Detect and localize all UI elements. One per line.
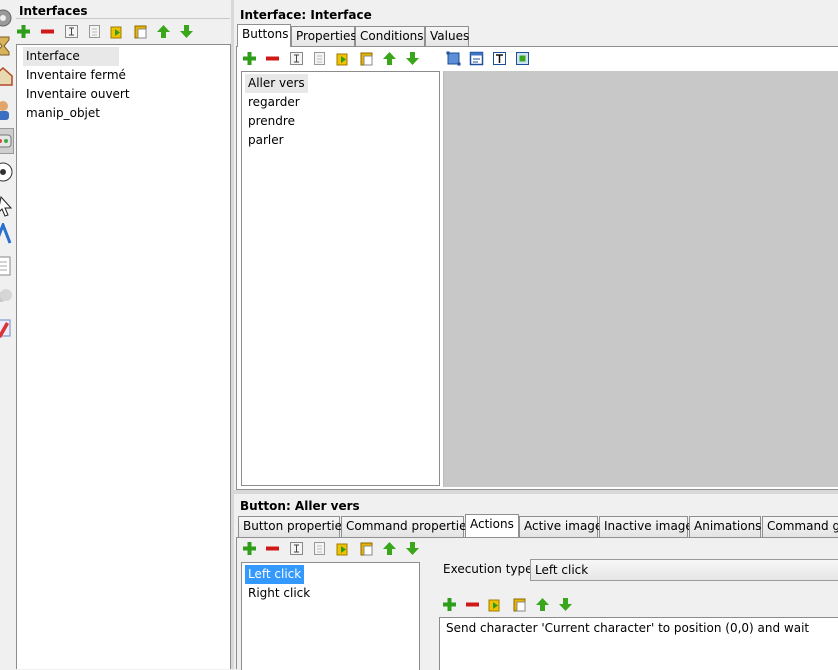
- execution-type-label: Execution type: [443, 562, 533, 576]
- edit-icon[interactable]: [0, 316, 14, 342]
- remove-icon[interactable]: [263, 539, 282, 558]
- move-up-icon[interactable]: [380, 49, 399, 68]
- tab-command-graph[interactable]: Command gr: [762, 516, 838, 537]
- rename-icon[interactable]: [287, 49, 306, 68]
- interfaces-list[interactable]: Interface Inventaire fermé Inventaire ou…: [16, 44, 231, 669]
- events-list[interactable]: Left click Right click: [241, 562, 420, 670]
- actions-list[interactable]: Send character 'Current character' to po…: [439, 617, 838, 670]
- horizontal-splitter[interactable]: [234, 490, 838, 494]
- actions-tab-panel: Left click Right click Execution type Le…: [236, 537, 838, 670]
- duplicate-icon[interactable]: [486, 595, 505, 614]
- tab-buttons[interactable]: Buttons: [237, 24, 291, 47]
- add-icon[interactable]: [14, 22, 33, 41]
- house-icon[interactable]: [0, 64, 14, 90]
- move-down-icon[interactable]: [556, 595, 575, 614]
- rename-icon[interactable]: [62, 22, 81, 41]
- move-up-icon[interactable]: [380, 539, 399, 558]
- text-box-icon[interactable]: [490, 49, 509, 68]
- remove-icon[interactable]: [38, 22, 57, 41]
- tab-inactive-image[interactable]: Inactive image: [599, 516, 693, 537]
- list-item[interactable]: parler: [245, 131, 287, 150]
- document-icon[interactable]: [0, 254, 14, 280]
- list-item[interactable]: Aller vers: [245, 74, 308, 93]
- fit-view-icon[interactable]: [513, 49, 532, 68]
- list-item[interactable]: Right click: [245, 584, 313, 603]
- move-down-icon[interactable]: [177, 22, 196, 41]
- tool-strip: [0, 0, 14, 669]
- list-item[interactable]: regarder: [245, 93, 303, 112]
- select-rect-icon[interactable]: [444, 49, 463, 68]
- paste-icon[interactable]: [510, 595, 529, 614]
- list-item[interactable]: Send character 'Current character' to po…: [443, 619, 812, 638]
- events-toolbar: [240, 539, 440, 559]
- tab-values[interactable]: Values: [425, 26, 469, 47]
- paste-icon[interactable]: [357, 539, 376, 558]
- list-item[interactable]: Inventaire fermé: [23, 66, 129, 85]
- tab-conditions[interactable]: Conditions: [355, 26, 425, 47]
- move-down-icon[interactable]: [403, 539, 422, 558]
- properties-icon[interactable]: [310, 539, 329, 558]
- button-title: Button: Aller vers: [240, 499, 360, 513]
- execution-type-select[interactable]: Left click: [530, 559, 838, 581]
- properties-icon[interactable]: [310, 49, 329, 68]
- interface-icon[interactable]: [0, 128, 14, 154]
- buttons-tab-panel: Aller vers regarder prendre parler: [236, 46, 838, 490]
- cloud-icon[interactable]: [0, 284, 14, 310]
- buttons-list[interactable]: Aller vers regarder prendre parler: [241, 71, 440, 486]
- hourglass-icon[interactable]: [0, 34, 14, 60]
- add-icon[interactable]: [240, 49, 259, 68]
- buttons-toolbar: [240, 49, 440, 69]
- paste-icon[interactable]: [357, 49, 376, 68]
- properties-icon[interactable]: [85, 22, 104, 41]
- paste-icon[interactable]: [131, 22, 150, 41]
- vertical-splitter[interactable]: [231, 0, 234, 669]
- font-icon[interactable]: [0, 222, 14, 248]
- tab-active-image[interactable]: Active image: [519, 516, 602, 537]
- duplicate-icon[interactable]: [334, 539, 353, 558]
- remove-icon[interactable]: [263, 49, 282, 68]
- gear-icon[interactable]: [0, 6, 14, 32]
- interface-title: Interface: Interface: [240, 8, 372, 22]
- list-item[interactable]: Interface: [23, 47, 119, 66]
- character-icon[interactable]: [0, 98, 14, 124]
- list-item[interactable]: manip_objet: [23, 104, 103, 123]
- tab-animations[interactable]: Animations: [689, 516, 761, 537]
- tab-button-properties[interactable]: Button properties: [238, 516, 348, 537]
- interfaces-toolbar: [14, 22, 230, 42]
- remove-icon[interactable]: [463, 595, 482, 614]
- move-up-icon[interactable]: [533, 595, 552, 614]
- add-icon[interactable]: [240, 539, 259, 558]
- move-up-icon[interactable]: [154, 22, 173, 41]
- duplicate-icon[interactable]: [108, 22, 127, 41]
- cursor-icon[interactable]: [0, 194, 14, 220]
- move-down-icon[interactable]: [403, 49, 422, 68]
- tab-actions[interactable]: Actions: [465, 514, 519, 537]
- tab-command-properties[interactable]: Command properties: [341, 516, 473, 537]
- interface-canvas[interactable]: [443, 71, 838, 487]
- divider: [16, 18, 230, 19]
- canvas-toolbar: [444, 49, 544, 69]
- list-item[interactable]: Inventaire ouvert: [23, 85, 133, 104]
- actions-toolbar: [440, 595, 580, 615]
- interfaces-title: Interfaces: [19, 4, 88, 18]
- list-item[interactable]: prendre: [245, 112, 298, 131]
- list-item[interactable]: Left click: [245, 565, 305, 584]
- tab-properties[interactable]: Properties: [291, 26, 357, 47]
- rename-icon[interactable]: [287, 539, 306, 558]
- window-frame-icon[interactable]: [467, 49, 486, 68]
- add-icon[interactable]: [440, 595, 459, 614]
- duplicate-icon[interactable]: [334, 49, 353, 68]
- ball-icon[interactable]: [0, 160, 14, 186]
